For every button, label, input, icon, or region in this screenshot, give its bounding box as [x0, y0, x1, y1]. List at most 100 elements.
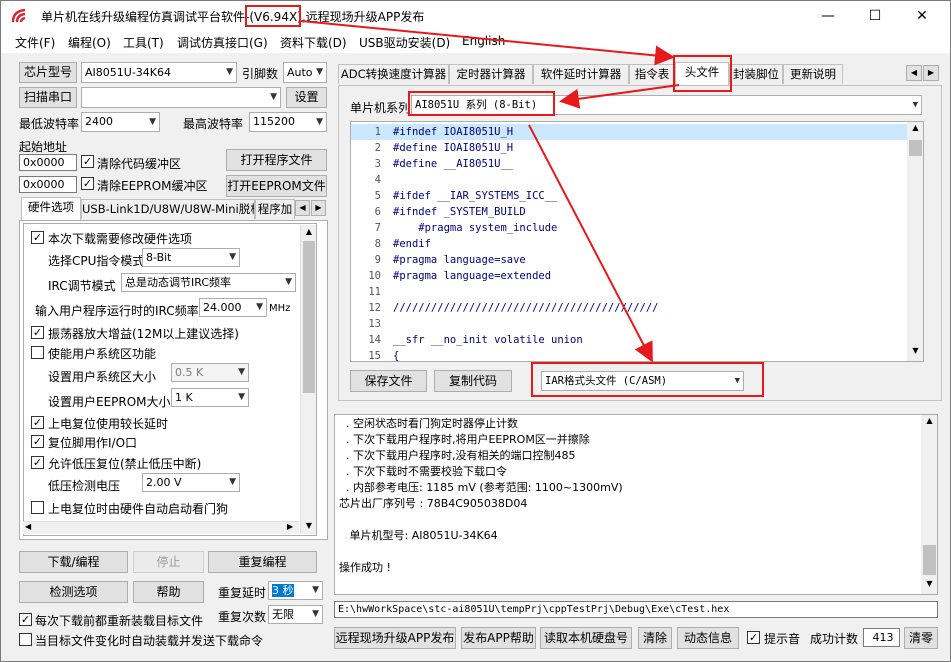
watchdog-checkbox[interactable]	[31, 501, 44, 514]
stop-button[interactable]: 停止	[133, 551, 204, 573]
chip-model-select[interactable]: AI8051U-34K64 ▼	[81, 62, 237, 83]
pin-count-label: 引脚数	[242, 67, 279, 81]
tab-release-notes[interactable]: 更新说明	[783, 64, 843, 84]
dynamic-info-button[interactable]: 动态信息	[677, 627, 739, 649]
copy-code-button[interactable]: 复制代码	[434, 370, 512, 392]
scroll-thumb[interactable]	[909, 140, 922, 156]
close-button[interactable]: ✕	[899, 1, 945, 31]
publish-app-button[interactable]: 远程现场升级APP发布	[334, 627, 456, 649]
reload-checkbox[interactable]: ✓	[19, 613, 32, 626]
menu-file[interactable]: 文件(F)	[15, 34, 55, 51]
repeat-delay-select[interactable]: 3 秒 ▼	[268, 581, 323, 600]
title-bar: 单片机在线升级编程仿真调试平台软件-(V6.94X),远程现场升级APP发布 —…	[1, 1, 950, 31]
code-start-addr-input[interactable]: 0x0000	[19, 154, 77, 171]
scroll-down-icon[interactable]: ▼	[907, 346, 923, 360]
menu-program[interactable]: 编程(O)	[68, 34, 111, 51]
eeprom-size-select[interactable]: 1 K ▼	[171, 388, 249, 407]
open-eeprom-button[interactable]: 打开EEPROM文件	[226, 175, 327, 197]
hardware-hscrollbar[interactable]: ◀ ▶	[23, 521, 299, 534]
tab-hardware[interactable]: 硬件选项	[21, 197, 81, 220]
tab-program-load[interactable]: 程序加	[255, 199, 295, 219]
irc-freq-select[interactable]: 24.000 ▼	[199, 298, 267, 317]
low-volt-value: 2.00 V	[146, 476, 182, 489]
minimize-button[interactable]: —	[805, 1, 851, 31]
chip-model-button[interactable]: 芯片型号	[19, 62, 77, 83]
line-number: 4	[374, 174, 381, 186]
right-tab-left-button[interactable]: ◀	[906, 65, 922, 81]
redownload-hw-checkbox[interactable]: ✓	[31, 231, 44, 244]
read-disk-id-button[interactable]: 读取本机硬盘号	[540, 627, 632, 649]
log-scrollbar[interactable]: ▲ ▼	[921, 415, 937, 594]
low-volt-select[interactable]: 2.00 V ▼	[142, 473, 240, 492]
detect-options-button[interactable]: 检测选项	[19, 581, 128, 603]
tab-scroll-right-button[interactable]: ▶	[311, 200, 326, 216]
tab-delay-calc[interactable]: 软件延时计算器	[533, 64, 629, 84]
auto-send-checkbox[interactable]	[19, 633, 32, 646]
hardware-scrollbar[interactable]: ▲ ▼	[300, 225, 316, 534]
pin-count-select[interactable]: Auto ▼	[283, 62, 327, 83]
menu-downloads[interactable]: 资料下载(D)	[280, 34, 347, 51]
auto-send-label: 当目标文件变化时自动装载并发送下载命令	[35, 634, 264, 648]
publish-help-button[interactable]: 发布APP帮助	[461, 627, 536, 649]
save-file-button[interactable]: 保存文件	[350, 370, 427, 392]
clear-eeprom-checkbox[interactable]: ✓	[81, 177, 94, 190]
scroll-down-icon[interactable]: ▼	[301, 519, 317, 533]
code-scrollbar[interactable]: ▲ ▼	[907, 122, 923, 361]
min-baud-select[interactable]: 2400 ▼	[81, 112, 160, 132]
settings-button[interactable]: 设置	[286, 87, 327, 108]
reset-count-button[interactable]: 清零	[904, 627, 938, 649]
scroll-up-icon[interactable]: ▲	[921, 416, 937, 430]
download-program-button[interactable]: 下载/编程	[19, 551, 128, 573]
chevron-down-icon: ▼	[149, 117, 156, 127]
log-line: . 内部参考电压: 1185 mV (参考范围: 1100~1300mV)	[339, 481, 623, 494]
output-log[interactable]: . 空闲状态时看门狗定时器停止计数 . 下次下载用户程序时,将用户EEPROM区…	[334, 414, 938, 595]
low-volt-reset-checkbox[interactable]: ✓	[31, 456, 44, 469]
scroll-up-icon[interactable]: ▲	[301, 225, 317, 239]
reset-io-checkbox[interactable]: ✓	[31, 435, 44, 448]
irc-mode-select[interactable]: 总是动态调节IRC频率 ▼	[121, 273, 296, 292]
scroll-up-icon[interactable]: ▲	[907, 123, 923, 137]
clear-code-checkbox[interactable]: ✓	[81, 155, 94, 168]
user-system-checkbox[interactable]	[31, 346, 44, 359]
menu-english[interactable]: English	[462, 34, 505, 48]
scroll-thumb[interactable]	[923, 545, 936, 575]
code-viewer[interactable]: 1 #ifndef IOAI8051U_H 2 #define IOAI8051U_H…	[350, 121, 924, 362]
tab-usb-link[interactable]: USB-Link1D/U8W/U8W-Mini脱机	[81, 199, 255, 219]
tab-package-pins[interactable]: 封装脚位	[729, 64, 783, 84]
sys-size-select[interactable]: 0.5 K ▼	[171, 363, 249, 382]
eeprom-start-addr-input[interactable]: 0x0000	[19, 176, 77, 193]
long-reset-checkbox[interactable]: ✓	[31, 416, 44, 429]
port-select[interactable]: ▼	[81, 87, 281, 108]
code-line: 4	[351, 172, 907, 188]
chevron-down-icon: ▼	[256, 302, 263, 312]
open-program-button[interactable]: 打开程序文件	[226, 149, 327, 171]
menu-usb-driver[interactable]: USB驱动安装(D)	[359, 34, 450, 51]
repeat-program-button[interactable]: 重复编程	[208, 551, 317, 573]
scroll-thumb[interactable]	[303, 241, 315, 393]
scroll-left-icon[interactable]: ◀	[25, 522, 31, 531]
log-line: 单片机型号: AI8051U-34K64	[339, 529, 498, 542]
code-line: 8 #endif	[351, 236, 907, 252]
menu-debug[interactable]: 调试仿真接口(G)	[177, 34, 268, 51]
scroll-right-icon[interactable]: ▶	[287, 522, 293, 531]
scroll-down-icon[interactable]: ▼	[921, 579, 937, 593]
max-baud-select[interactable]: 115200 ▼	[249, 112, 327, 132]
scan-port-button[interactable]: 扫描串口	[19, 87, 77, 108]
tab-adc-calc[interactable]: ADC转换速度计算器	[338, 64, 449, 84]
tab-timer-calc[interactable]: 定时器计算器	[449, 64, 533, 84]
cpu-mode-select[interactable]: 8-Bit ▼	[142, 248, 240, 267]
right-tab-right-button[interactable]: ▶	[923, 65, 939, 81]
line-number: 12	[368, 302, 381, 314]
menu-tools[interactable]: 工具(T)	[123, 34, 164, 51]
maximize-button[interactable]: ☐	[852, 1, 898, 31]
clear-log-button[interactable]: 清除	[638, 627, 672, 649]
help-button[interactable]: 帮助	[133, 581, 204, 603]
repeat-count-select[interactable]: 无限 ▼	[268, 605, 323, 624]
tab-instruction-table[interactable]: 指令表	[629, 64, 675, 84]
code-text: #define IOAI8051U_H	[393, 142, 514, 154]
tab-scroll-left-button[interactable]: ◀	[295, 200, 310, 216]
osc-gain-checkbox[interactable]: ✓	[31, 326, 44, 339]
hex-path-field[interactable]: E:\hwWorkSpace\stc-ai8051U\tempPrj\cppTe…	[334, 601, 938, 618]
beep-checkbox[interactable]: ✓	[747, 631, 760, 644]
code-text: #endif	[393, 238, 431, 250]
